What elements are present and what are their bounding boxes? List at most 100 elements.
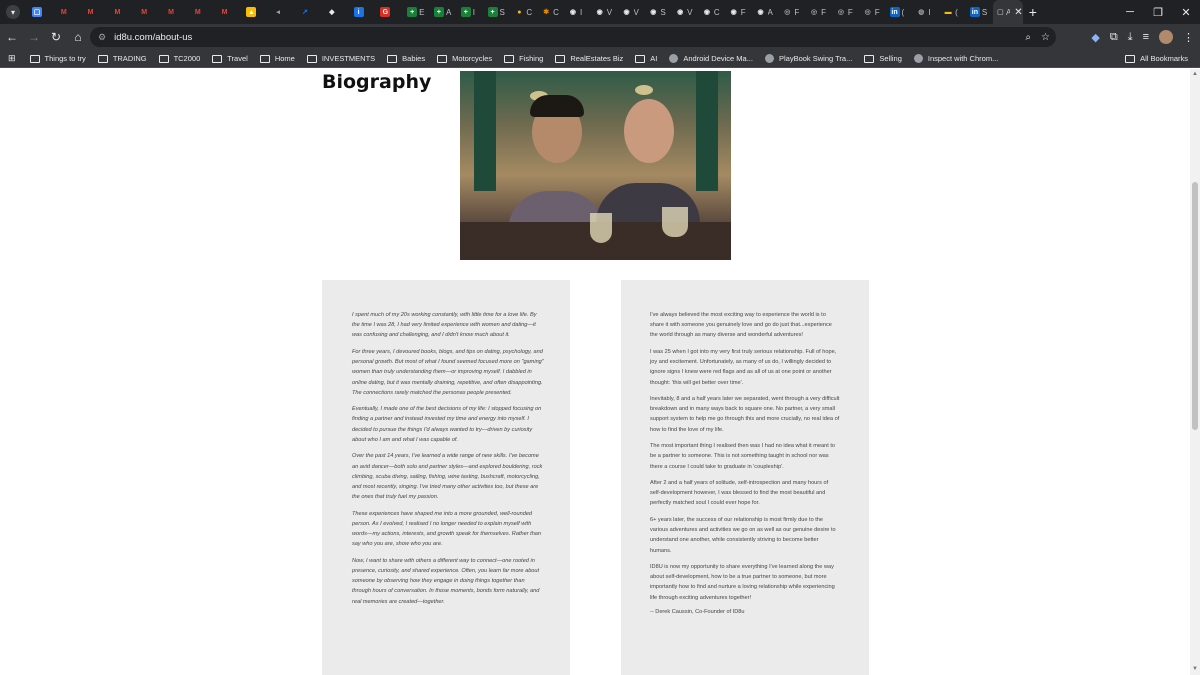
profile-avatar[interactable] <box>1159 30 1173 44</box>
tab-title: C <box>553 7 559 17</box>
browser-tab[interactable]: ◉ F <box>725 0 752 24</box>
all-bookmarks-button[interactable]: All Bookmarks <box>1125 54 1188 63</box>
browser-tab[interactable]: + S <box>484 0 511 24</box>
bookmark-item[interactable]: TRADING <box>97 54 147 63</box>
browser-tab[interactable]: ▢ A ✕ <box>992 0 1023 24</box>
bookmark-item[interactable]: Things to try <box>29 54 86 63</box>
forward-icon[interactable]: → <box>24 30 44 44</box>
biography-card-right: I've always believed the most exciting w… <box>621 280 869 675</box>
media-icon[interactable]: ≡ <box>1143 31 1149 43</box>
right-column-text: I've always believed the most exciting w… <box>650 310 840 615</box>
extensions-icon[interactable]: ⧉ <box>1110 31 1118 44</box>
browser-tab[interactable]: ▲ <box>242 0 269 24</box>
browser-tab[interactable]: i <box>350 0 377 24</box>
globe-icon: ◍ <box>918 9 925 16</box>
gmail-icon: M <box>194 8 201 16</box>
browser-tab[interactable]: ◉ V <box>671 0 698 24</box>
app-icon: G <box>380 7 391 17</box>
browser-tab[interactable]: ✱ C <box>537 0 564 24</box>
gmail-icon: M <box>60 8 67 16</box>
browser-tab[interactable]: ◉ S <box>644 0 671 24</box>
browser-tab[interactable]: ▢ <box>28 0 55 24</box>
bookmark-item[interactable]: Motorcycles <box>437 54 492 63</box>
new-tab-icon[interactable]: + <box>1029 4 1037 20</box>
extension-shield-icon[interactable]: ◆ <box>1091 31 1099 44</box>
browser-tab[interactable]: M <box>108 0 135 24</box>
browser-tab[interactable]: ◉ V <box>618 0 645 24</box>
tab-title: E <box>419 7 425 17</box>
scroll-up-icon[interactable]: ▲ <box>1192 71 1198 77</box>
site-favicon-icon <box>669 54 679 63</box>
scroll-down-icon[interactable]: ▼ <box>1192 666 1198 672</box>
bookmark-item[interactable]: Fishing <box>504 54 543 63</box>
bookmark-item[interactable]: INVESTMENTS <box>306 54 375 63</box>
folder-icon <box>97 54 108 63</box>
bookmark-item[interactable]: Selling <box>864 54 902 63</box>
browser-tab[interactable]: ◎ F <box>778 0 805 24</box>
menu-icon[interactable]: ⋮ <box>1183 31 1194 44</box>
browser-tab[interactable]: ▬( <box>939 0 966 24</box>
reload-icon[interactable]: ↻ <box>46 30 66 44</box>
browser-tab[interactable]: ◎ F <box>832 0 859 24</box>
browser-tab[interactable]: ◉ C <box>698 0 725 24</box>
browser-tab[interactable]: M <box>162 0 189 24</box>
site-icon: ◎ <box>837 9 844 16</box>
browser-tab[interactable]: + I <box>457 0 484 24</box>
bookmark-item[interactable]: Home <box>259 54 295 63</box>
bookmark-item[interactable]: Babies <box>387 54 425 63</box>
bookmark-star-icon[interactable]: ☆ <box>1041 32 1050 43</box>
bio-paragraph: After 2 and a half years of solitude, se… <box>650 480 829 507</box>
browser-tab[interactable]: in S <box>966 0 993 24</box>
folder-icon <box>555 54 566 63</box>
page-title: Biography <box>322 71 432 93</box>
scrollbar-thumb[interactable] <box>1192 182 1198 430</box>
close-window-icon[interactable]: ✕ <box>1172 6 1200 19</box>
tab-title: F <box>821 7 826 17</box>
page-icon: ▢ <box>997 9 1004 16</box>
browser-tab[interactable]: M <box>82 0 109 24</box>
browser-tab[interactable]: ◍ I <box>912 0 939 24</box>
browser-tab[interactable]: M <box>189 0 216 24</box>
tab-title: A <box>1005 7 1011 17</box>
minimize-icon[interactable]: ─ <box>1116 6 1144 18</box>
browser-tab[interactable]: ↗ <box>296 0 323 24</box>
tab-title: V <box>633 7 639 17</box>
address-bar[interactable]: ⚙ id8u.com/about-us ⌕ ☆ <box>90 27 1056 47</box>
browser-tab[interactable]: + A <box>430 0 457 24</box>
tab-search-icon[interactable]: ▾ <box>6 5 20 19</box>
bio-paragraph: I spent much of my 20s working constantl… <box>352 312 537 339</box>
bookmark-item[interactable]: AI <box>635 54 657 63</box>
browser-tab[interactable]: in( <box>886 0 913 24</box>
browser-tab[interactable]: M <box>55 0 82 24</box>
browser-tab[interactable]: M <box>216 0 243 24</box>
browser-tab[interactable]: ◉ V <box>591 0 618 24</box>
bookmark-item[interactable]: Inspect with Chrom... <box>913 54 998 63</box>
folder-icon <box>158 54 169 63</box>
downloads-icon[interactable]: ⤓ <box>1128 31 1133 44</box>
close-tab-icon[interactable]: ✕ <box>1014 7 1022 18</box>
browser-tab[interactable]: ◆ <box>323 0 350 24</box>
bookmark-item[interactable]: TC2000 <box>158 54 200 63</box>
url-text[interactable]: id8u.com/about-us <box>114 32 192 43</box>
back-icon[interactable]: ← <box>2 30 22 44</box>
browser-tab[interactable]: ● C <box>510 0 537 24</box>
site-icon: ◎ <box>811 9 818 16</box>
home-icon[interactable]: ⌂ <box>68 30 88 44</box>
bookmark-item[interactable]: Android Device Ma... <box>669 54 753 63</box>
photo-face-right <box>624 99 674 163</box>
browser-tab[interactable]: ◎ F <box>805 0 832 24</box>
zoom-icon[interactable]: ⌕ <box>1025 32 1031 43</box>
browser-tab[interactable]: ◉ A <box>752 0 779 24</box>
browser-tab[interactable]: ◉ I <box>564 0 591 24</box>
apps-grid-icon[interactable]: ⊞ <box>8 53 16 64</box>
site-info-icon[interactable]: ⚙ <box>98 32 106 43</box>
browser-tab[interactable]: G <box>376 0 403 24</box>
browser-tab[interactable]: + E <box>403 0 430 24</box>
browser-tab[interactable]: M <box>135 0 162 24</box>
browser-tab[interactable]: ◂ <box>269 0 296 24</box>
bookmark-item[interactable]: PlayBook Swing Tra... <box>764 54 852 63</box>
bookmark-item[interactable]: RealEstates Biz <box>555 54 623 63</box>
restore-icon[interactable]: ❐ <box>1144 6 1172 19</box>
bookmark-item[interactable]: Travel <box>212 54 248 63</box>
browser-tab[interactable]: ◎ F <box>859 0 886 24</box>
